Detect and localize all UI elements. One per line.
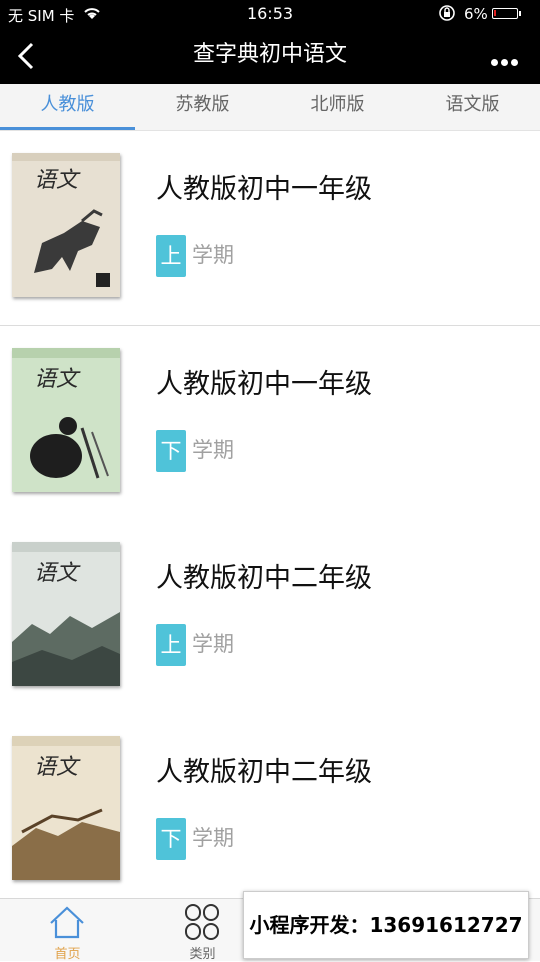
battery-percent: 6% [464, 5, 488, 23]
tab-beishi[interactable]: 北师版 [270, 84, 405, 128]
battery-tip [519, 11, 521, 16]
status-bar: 无 SIM 卡 16:53 6% [0, 0, 540, 28]
cover-title: 语文 [34, 755, 81, 780]
more-dot-icon [501, 59, 508, 66]
more-dot-icon [511, 59, 518, 66]
term-label: 学期 [192, 243, 234, 267]
book-title: 人教版初中一年级 [156, 369, 372, 400]
term-badge: 上 [156, 235, 186, 277]
book-list-item[interactable]: 语文 人教版初中一年级 上 学期 [0, 131, 540, 326]
home-icon [47, 903, 87, 941]
more-menu-button[interactable] [488, 51, 518, 70]
page-title: 查字典初中语文 [192, 42, 347, 67]
battery-icon [492, 8, 518, 19]
more-dot-icon [491, 59, 498, 66]
term-label: 学期 [192, 438, 234, 462]
tab-active-indicator [0, 127, 135, 130]
tab-label: 北师版 [310, 94, 365, 115]
tab-label: 苏教版 [175, 94, 230, 115]
book-cover-image: 语文 [12, 153, 120, 297]
term-label: 学期 [192, 826, 234, 850]
orientation-lock-icon [438, 4, 456, 26]
book-title: 人教版初中二年级 [156, 757, 372, 788]
nav-bar: 查字典初中语文 [0, 28, 540, 84]
developer-watermark: 小程序开发：13691612727 [243, 891, 529, 959]
term-badge: 下 [156, 430, 186, 472]
book-title: 人教版初中一年级 [156, 174, 372, 205]
book-cover-image: 语文 [12, 736, 120, 880]
bottom-tab-home[interactable]: 首页 [0, 899, 135, 962]
tab-sujiao[interactable]: 苏教版 [135, 84, 270, 128]
clock: 16:53 [246, 4, 294, 23]
category-icon [182, 903, 222, 941]
book-list-item[interactable]: 语文 人教版初中二年级 上 学期 [0, 520, 540, 715]
edition-tabs: 人教版 苏教版 北师版 语文版 [0, 84, 540, 131]
book-list-item[interactable]: 语文 人教版初中一年级 下 学期 [0, 326, 540, 521]
cover-title: 语文 [34, 367, 81, 392]
bottom-tab-label: 首页 [54, 947, 81, 962]
term-badge: 上 [156, 624, 186, 666]
term-label: 学期 [192, 632, 234, 656]
tab-label: 人教版 [40, 94, 95, 115]
term-badge: 下 [156, 818, 186, 860]
cover-title: 语文 [34, 168, 81, 193]
tab-yuwen[interactable]: 语文版 [405, 84, 540, 128]
book-title: 人教版初中二年级 [156, 563, 372, 594]
tab-label: 语文版 [445, 94, 500, 115]
cover-title: 语文 [34, 561, 81, 586]
book-cover-image: 语文 [12, 542, 120, 686]
book-list-item[interactable]: 语文 人教版初中二年级 下 学期 [0, 714, 540, 909]
tab-renjiao[interactable]: 人教版 [0, 84, 135, 130]
book-cover-image: 语文 [12, 348, 120, 492]
